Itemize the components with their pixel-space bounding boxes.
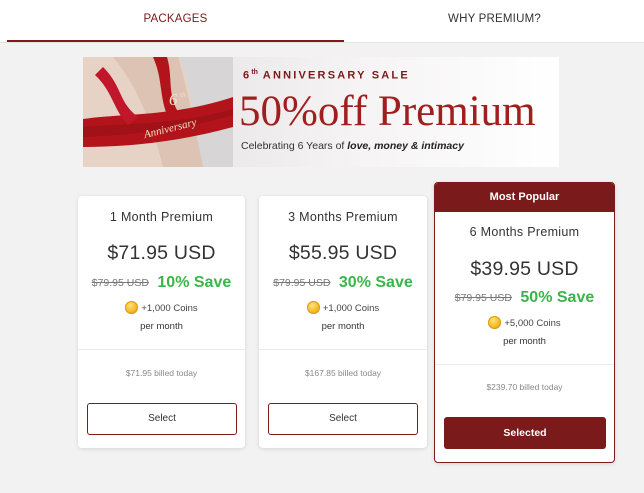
save-percent: 50% Save [520, 289, 595, 306]
per-month-label: per month [140, 321, 183, 332]
original-price: $79.95 USD [454, 292, 512, 304]
card-divider [259, 349, 427, 350]
card-divider [78, 349, 245, 350]
select-button-3-months[interactable]: Select [268, 403, 418, 435]
anniversary-suffix: th [251, 69, 258, 76]
package-card-6-months: Most Popular 6 Months Premium $39.95 USD… [434, 182, 615, 463]
tab-packages[interactable]: PACKAGES [7, 0, 344, 42]
anniversary-ribbon-image: 6 th Anniversary [83, 57, 233, 167]
tab-bar: PACKAGES WHY PREMIUM? [0, 0, 644, 43]
package-card-1-month: 1 Month Premium $71.95 USD $79.95 USD 10… [78, 196, 245, 448]
coins-bonus: +5,000 Coins [435, 316, 614, 329]
billed-today: $71.95 billed today [125, 368, 198, 378]
coins-label: +5,000 Coins [504, 318, 561, 329]
anniversary-sale-label: 6th ANNIVERSARY SALE [243, 69, 410, 82]
save-percent: 10% Save [157, 274, 232, 291]
package-discount-row: $79.95 USD 50% Save [435, 289, 614, 307]
package-title: 1 Month Premium [109, 210, 214, 224]
coins-label: +1,000 Coins [322, 303, 380, 314]
package-discount-row: $79.95 USD 30% Save [259, 274, 427, 292]
package-price: $39.95 USD [470, 258, 579, 280]
coins-bonus: +1,000 Coins [259, 301, 427, 314]
per-month-label: per month [321, 321, 365, 332]
select-button-1-month[interactable]: Select [87, 403, 237, 435]
coin-icon [125, 301, 139, 314]
billed-today: $239.70 billed today [486, 382, 563, 392]
coin-icon [488, 316, 502, 329]
tab-why-premium[interactable]: WHY PREMIUM? [345, 0, 644, 42]
package-title: 3 Months Premium [288, 210, 398, 224]
card-divider [435, 364, 614, 365]
celebrate-prefix: Celebrating 6 Years of [241, 140, 348, 152]
ribbon-suffix: th [180, 91, 186, 99]
coin-icon [306, 301, 320, 314]
package-price: $71.95 USD [107, 242, 216, 264]
original-price: $79.95 USD [91, 277, 149, 289]
billed-today: $167.85 billed today [304, 368, 382, 378]
promo-headline: 50%off Premium [239, 88, 536, 135]
ribbon-number: 6 [169, 90, 178, 109]
package-discount-row: $79.95 USD 10% Save [78, 274, 245, 292]
save-percent: 30% Save [338, 274, 413, 291]
package-title: 6 Months Premium [469, 225, 580, 239]
coins-bonus: +1,000 Coins [78, 301, 245, 314]
package-price: $55.95 USD [288, 242, 398, 264]
celebrate-tagline: Celebrating 6 Years of love, money & int… [241, 140, 464, 152]
per-month-label: per month [503, 336, 546, 347]
selected-button-6-months[interactable]: Selected [444, 417, 606, 449]
anniversary-sale-banner: 6 th Anniversary 6th ANNIVERSARY SALE 50… [83, 57, 559, 167]
anniversary-sale-title: ANNIVERSARY SALE [262, 69, 410, 82]
original-price: $79.95 USD [273, 277, 331, 289]
coins-label: +1,000 Coins [141, 303, 198, 314]
package-card-3-months: 3 Months Premium $55.95 USD $79.95 USD 3… [259, 196, 427, 448]
most-popular-badge: Most Popular [435, 183, 614, 212]
celebrate-highlight: love, money & intimacy [347, 140, 464, 152]
